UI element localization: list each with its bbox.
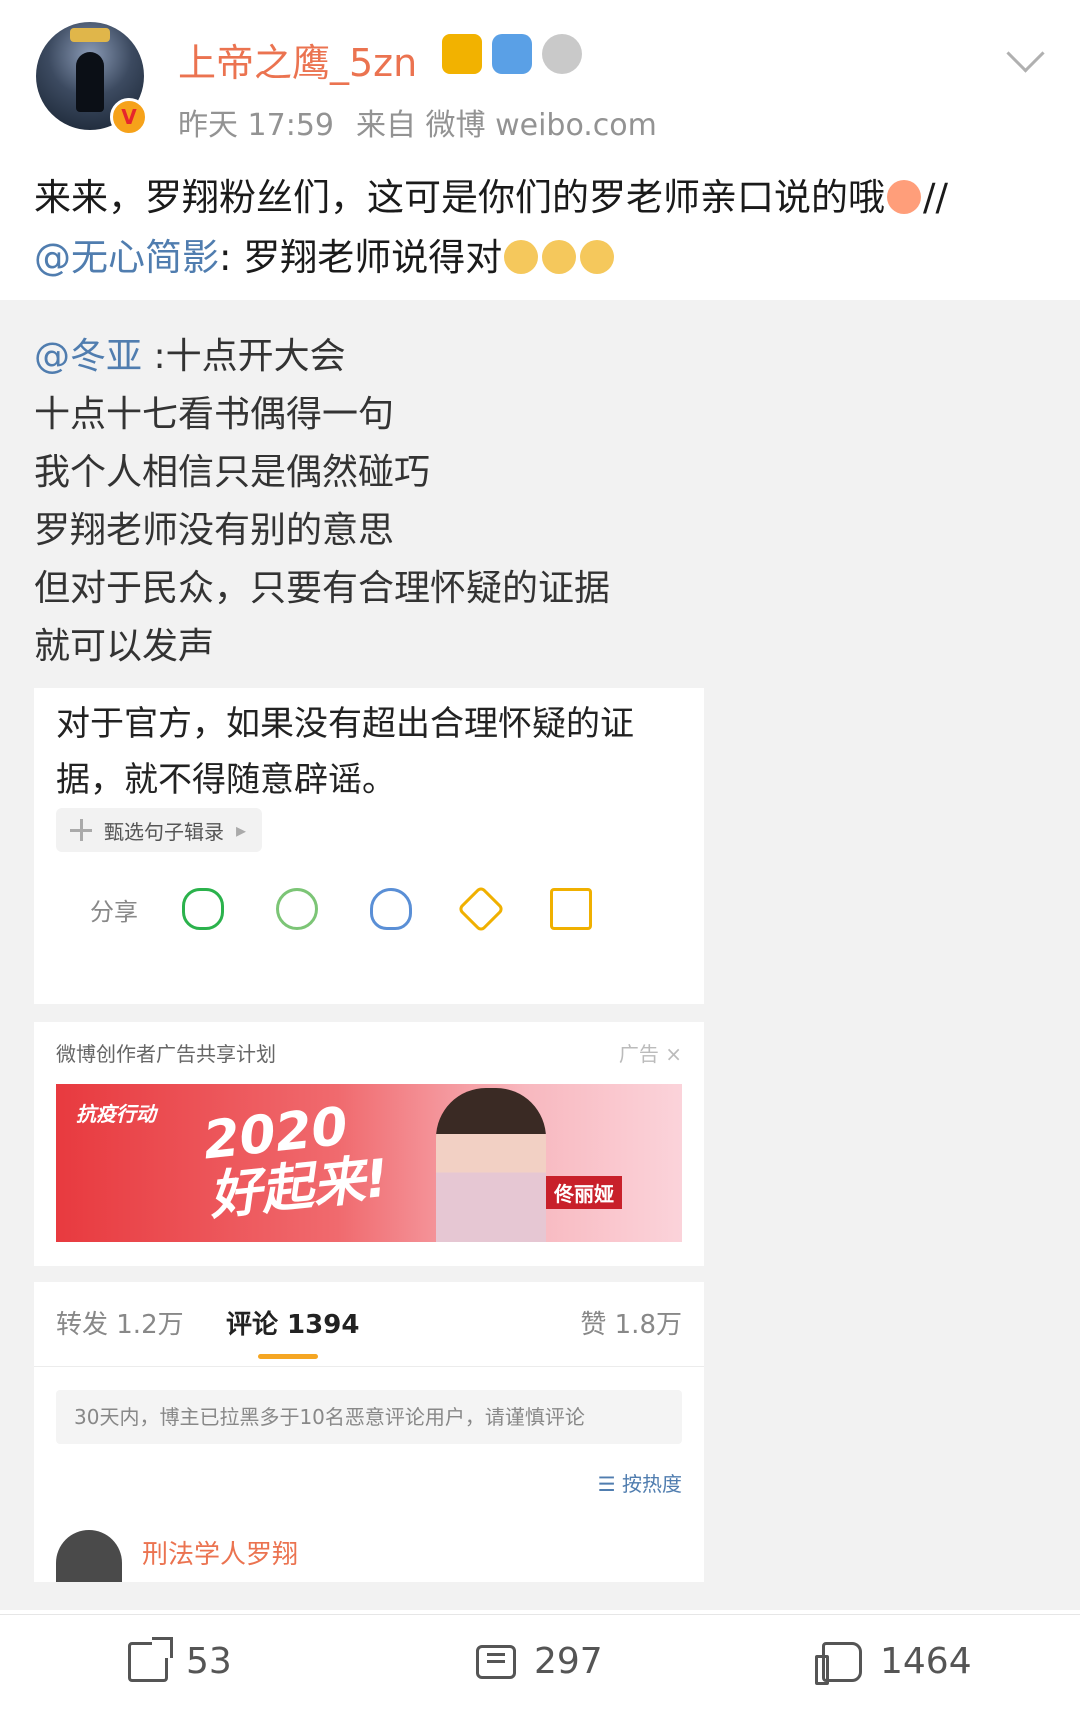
like-count: 1464 <box>880 1641 972 1682</box>
source-chip-label: 甄选句子辑录 <box>104 819 224 844</box>
divider <box>34 1366 704 1367</box>
comment-notice: 30天内，博主已拉黑多于10名恶意评论用户，请谨慎评论 <box>56 1390 682 1444</box>
ad-tag-label: 广告 <box>618 1042 659 1066</box>
mention-link[interactable]: @无心简影 <box>34 236 219 279</box>
comment-icon <box>476 1644 516 1679</box>
tab-comment[interactable]: 评论 1394 <box>226 1304 359 1341</box>
crown-badge-icon[interactable] <box>442 34 482 74</box>
tab-like[interactable]: 赞 1.8万 <box>580 1304 682 1341</box>
post-source: 来自 微博 weibo.com <box>356 108 657 143</box>
repost-line: 但对于民众，只要有合理怀疑的证据 <box>34 568 611 609</box>
doge-emoji-icon <box>580 240 615 274</box>
comment-button[interactable]: 297 <box>476 1641 603 1682</box>
mention-link[interactable]: @冬亚 <box>34 336 142 377</box>
source-chip[interactable]: 甄选句子辑录 ▸ <box>56 808 263 852</box>
repost-line: 罗翔老师没有别的意思 <box>34 510 395 551</box>
qzone-star-icon[interactable] <box>456 884 506 934</box>
username[interactable]: 上帝之鹰_5zn <box>178 32 417 87</box>
qq-icon[interactable] <box>370 888 412 930</box>
repost-text: @冬亚 :十点开大会 十点十七看书偶得一句 我个人相信只是偶然碰巧 罗翔老师没有… <box>34 328 1034 676</box>
backpack-badge-icon[interactable] <box>492 34 532 74</box>
sort-icon: ☰ <box>597 1472 622 1496</box>
share-label: 分享 <box>90 897 138 926</box>
reposted-content[interactable]: @冬亚 :十点开大会 十点十七看书偶得一句 我个人相信只是偶然碰巧 罗翔老师没有… <box>0 300 1080 1610</box>
thumbs-up-icon <box>815 1641 862 1685</box>
moments-icon[interactable] <box>276 888 318 930</box>
post-header: V 上帝之鹰_5zn 昨天 17:59 来自 微博 weibo.com <box>0 0 1080 150</box>
sparkle-icon <box>70 819 92 841</box>
comment-count: 297 <box>534 1641 603 1682</box>
quote-card-screenshot[interactable]: 对于官方，如果没有超出合理怀疑的证据，就不得随意辟谣。 甄选句子辑录 ▸ 分享 <box>34 688 704 1004</box>
ad-headline: 2020 好起来! <box>200 1095 391 1227</box>
avatar[interactable] <box>56 1530 122 1582</box>
avatar-crown-frame <box>70 28 110 42</box>
repost-separator: // <box>923 176 948 219</box>
save-image-icon[interactable] <box>550 888 592 930</box>
sort-by-hot-button[interactable]: ☰ 按热度 <box>598 1468 682 1497</box>
share-icon <box>128 1636 173 1682</box>
comments-panel: 转发 1.2万 评论 1394 赞 1.8万 30天内，博主已拉黑多于10名恶意… <box>34 1282 704 1582</box>
chevron-right-icon: ▸ <box>236 818 247 842</box>
repost-line: 就可以发声 <box>34 626 215 667</box>
avatar-figure <box>76 52 104 112</box>
ad-banner[interactable]: 抗疫行动 2020 好起来! 佟丽娅 <box>56 1084 682 1242</box>
verified-badge: V <box>110 98 148 136</box>
repost-line: :十点开大会 <box>142 336 346 377</box>
like-button[interactable]: 1464 <box>815 1641 972 1685</box>
forward-count: 53 <box>186 1641 232 1682</box>
chevron-down-icon[interactable] <box>1006 34 1045 73</box>
repost-line: 十点十七看书偶得一句 <box>34 394 395 435</box>
quote-text: 对于官方，如果没有超出合理怀疑的证据，就不得随意辟谣。 <box>56 704 634 800</box>
close-icon[interactable]: × <box>665 1042 682 1066</box>
doge-emoji-icon <box>504 240 539 274</box>
ad-card[interactable]: 微博创作者广告共享计划 广告 × 抗疫行动 2020 好起来! 佟丽娅 <box>34 1022 704 1266</box>
ad-tag: 广告 × <box>619 1038 682 1067</box>
wechat-icon[interactable] <box>182 888 224 930</box>
medal-badge-icon[interactable] <box>542 34 582 74</box>
forward-button[interactable]: 53 <box>128 1636 232 1682</box>
ad-campaign-label: 抗疫行动 <box>76 1102 156 1126</box>
ad-celebrity-name: 佟丽娅 <box>546 1176 622 1209</box>
post-time: 昨天 17:59 <box>178 108 334 143</box>
ad-portrait <box>436 1088 546 1242</box>
post-meta: 昨天 17:59 来自 微博 weibo.com <box>178 100 679 144</box>
laugh-emoji-icon <box>887 180 921 214</box>
post-text-main: 来来，罗翔粉丝们，这可是你们的罗老师亲口说的哦 <box>34 176 885 219</box>
post-text-quote: : 罗翔老师说得对 <box>219 236 503 279</box>
user-badges <box>442 34 582 74</box>
active-tab-indicator <box>258 1354 318 1359</box>
post-body: 来来，罗翔粉丝们，这可是你们的罗老师亲口说的哦 // @无心简影: 罗翔老师说得对 <box>34 168 1054 288</box>
ad-program-label: 微博创作者广告共享计划 <box>56 1042 276 1066</box>
action-bar: 53 297 1464 <box>0 1614 1080 1719</box>
sort-label: 按热度 <box>622 1472 682 1496</box>
share-row: 分享 <box>90 884 644 934</box>
comment-username[interactable]: 刑法学人罗翔 <box>142 1534 298 1582</box>
repost-line: 我个人相信只是偶然碰巧 <box>34 452 431 493</box>
doge-emoji-icon <box>542 240 577 274</box>
tab-forward[interactable]: 转发 1.2万 <box>56 1304 184 1341</box>
